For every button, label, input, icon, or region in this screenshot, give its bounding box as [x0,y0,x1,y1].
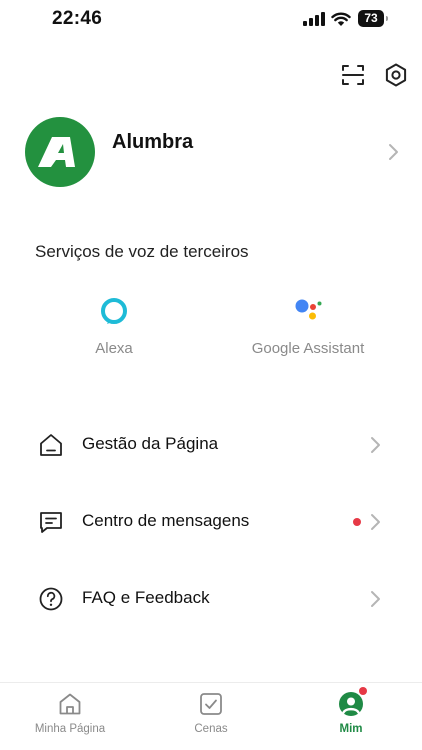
profile-name: Alumbra [112,131,194,153]
alexa-service[interactable]: Alexa [64,296,164,366]
scan-icon[interactable] [340,62,366,88]
status-bar: 22:46 73 [0,0,422,40]
chevron-right-icon [371,514,380,530]
tab-label: Minha Página [34,723,106,735]
menu-item-message-center[interactable]: Centro de mensagens [0,494,422,550]
alexa-icon [101,298,127,324]
google-assistant-icon [295,299,322,320]
menu-item-label: Gestão da Página [82,434,219,453]
chevron-right-icon [371,437,380,453]
avatar-logo [38,137,75,167]
cellular-signal-icon [303,12,325,26]
tab-home[interactable]: Minha Página [15,691,125,745]
unread-badge [353,518,361,526]
help-circle-icon [39,587,63,611]
menu-item-faq-feedback[interactable]: FAQ e Feedback [0,571,422,627]
tab-label: Cenas [194,723,228,735]
menu-item-page-management[interactable]: Gestão da Página [0,417,422,473]
profile-row[interactable]: Alumbra [0,112,422,192]
wifi-icon [331,12,351,26]
alexa-label: Alexa [95,340,133,357]
battery-level: 73 [358,10,384,27]
profile-icon [339,692,363,716]
settings-icon[interactable] [383,62,409,88]
battery-indicator: 73 [358,10,388,27]
status-time: 22:46 [52,8,103,29]
chevron-right-icon [371,591,380,607]
profile-badge [359,687,367,695]
voice-services-title: Serviços de voz de terceiros [35,242,249,261]
google-assistant-service[interactable]: Google Assistant [232,296,384,366]
home-icon [59,693,81,715]
chevron-right-icon [389,144,398,160]
menu-item-label: Centro de mensagens [82,511,250,530]
tab-me[interactable]: Mim [296,691,406,745]
tab-label: Mim [339,723,363,735]
avatar[interactable] [25,117,95,187]
google-assistant-label: Google Assistant [251,340,365,357]
message-icon [40,512,62,533]
battery-tip [386,16,388,21]
menu-item-label: FAQ e Feedback [82,588,210,607]
scenes-checkbox-icon [200,693,222,715]
tab-scenes[interactable]: Cenas [156,691,266,745]
home-outline-icon [40,434,62,456]
tab-bar: Minha Página Cenas Mim [0,682,422,750]
